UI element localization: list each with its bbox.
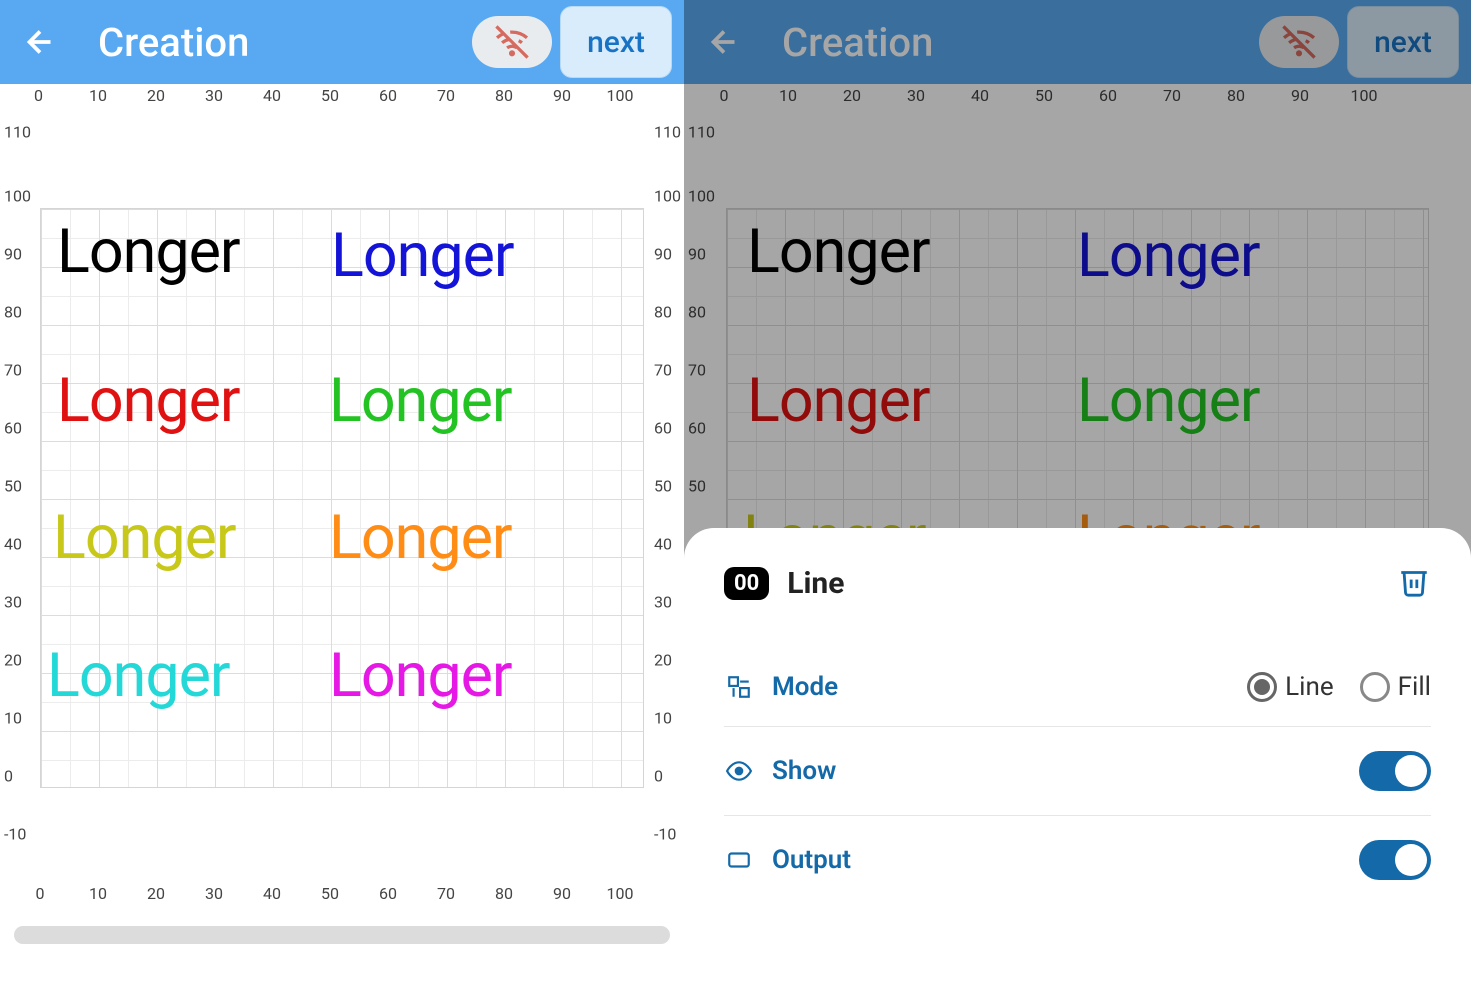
screen-left: Creation next 0 10 20 30 40 50 60 70 80 …: [0, 0, 684, 981]
ruler-tick: 60: [654, 419, 672, 438]
canvas-text-orange[interactable]: Longer: [329, 501, 512, 573]
canvas-text-black[interactable]: Longer: [57, 215, 240, 287]
ruler-tick: 60: [4, 419, 22, 438]
next-button-label: next: [587, 25, 645, 60]
mode-radio-fill[interactable]: Fill: [1360, 672, 1431, 702]
output-label: Output: [772, 845, 1359, 875]
work-area: 110 100 90 80 70 60 50 40 30 20 10 0 -10…: [0, 112, 684, 882]
mode-row: Mode Line Fill: [724, 648, 1431, 727]
ruler-bottom: 0 10 20 30 40 50 60 70 80 90 100: [0, 882, 684, 910]
ruler-tick: 30: [205, 884, 223, 903]
ruler-tick: 110: [654, 123, 681, 142]
ruler-tick: 10: [4, 709, 22, 728]
ruler-tick: 20: [654, 651, 672, 670]
wifi-off-icon: [495, 25, 529, 59]
ruler-tick: 30: [4, 593, 22, 612]
ruler-tick: 70: [437, 884, 455, 903]
ruler-tick: 0: [34, 86, 43, 105]
ruler-left: 110 100 90 80 70 60 50 40 30 20 10 0 -10: [0, 112, 36, 882]
ruler-tick: 40: [654, 535, 672, 554]
output-icon: [724, 845, 754, 875]
ruler-tick: 20: [4, 651, 22, 670]
ruler-tick: 10: [89, 884, 107, 903]
canvas-text-yellow[interactable]: Longer: [53, 501, 236, 573]
mode-option-label: Fill: [1398, 672, 1431, 702]
output-toggle[interactable]: [1359, 840, 1431, 880]
show-toggle[interactable]: [1359, 751, 1431, 791]
ruler-tick: 30: [654, 593, 672, 612]
canvas-text-cyan[interactable]: Longer: [47, 639, 230, 711]
ruler-tick: 20: [147, 86, 165, 105]
canvas-text-red[interactable]: Longer: [57, 364, 240, 436]
canvas-text-blue[interactable]: Longer: [331, 219, 514, 291]
shapes-icon: [726, 674, 752, 700]
ruler-tick: 90: [553, 86, 571, 105]
mode-option-label: Line: [1285, 672, 1333, 702]
ruler-tick: 80: [495, 884, 513, 903]
ruler-tick: 80: [495, 86, 513, 105]
arrow-left-icon: [22, 24, 58, 60]
zoom-slider[interactable]: [14, 926, 670, 944]
screen-right: Creation next 0 10 20 30 40 50 60 70 80 …: [684, 0, 1471, 981]
show-row: Show: [724, 727, 1431, 816]
layer-index-badge: 00: [724, 567, 769, 600]
ruler-tick: 10: [89, 86, 107, 105]
show-icon: [724, 756, 754, 786]
ruler-tick: 100: [607, 86, 634, 105]
ruler-tick: 50: [321, 884, 339, 903]
ruler-tick: 70: [654, 361, 672, 380]
ruler-tick: 110: [4, 123, 31, 142]
eye-icon: [726, 758, 752, 784]
page-title: Creation: [98, 19, 472, 66]
ruler-tick: 60: [379, 86, 397, 105]
canvas-text-magenta[interactable]: Longer: [329, 639, 512, 711]
trash-icon: [1397, 564, 1431, 598]
mode-icon: [724, 672, 754, 702]
ruler-tick: 80: [4, 303, 22, 322]
canvas-text-green[interactable]: Longer: [329, 364, 512, 436]
ruler-tick: 40: [263, 86, 281, 105]
ruler-tick: -10: [4, 825, 26, 844]
ruler-tick: 40: [263, 884, 281, 903]
ruler-tick: 20: [147, 884, 165, 903]
sheet-header: 00 Line: [724, 564, 1431, 602]
next-button[interactable]: next: [560, 6, 672, 78]
ruler-tick: 10: [654, 709, 672, 728]
show-label: Show: [772, 756, 1359, 786]
wifi-off-button[interactable]: [472, 16, 552, 68]
ruler-tick: 60: [379, 884, 397, 903]
ruler-top: 0 10 20 30 40 50 60 70 80 90 100: [0, 84, 684, 112]
ruler-tick: 70: [437, 86, 455, 105]
ruler-tick: 100: [4, 187, 31, 206]
app-header: Creation next: [0, 0, 684, 84]
ruler-tick: 30: [205, 86, 223, 105]
ruler-right: 110 100 90 80 70 60 50 40 30 20 10 0 -10: [648, 112, 684, 882]
ruler-tick: 0: [654, 767, 663, 786]
ruler-tick: 70: [4, 361, 22, 380]
ruler-tick: 40: [4, 535, 22, 554]
properties-sheet: 00 Line Mode Line F: [684, 528, 1471, 981]
ruler-tick: 0: [36, 884, 45, 903]
ruler-tick: -10: [654, 825, 676, 844]
ruler-tick: 100: [607, 884, 634, 903]
ruler-tick: 80: [654, 303, 672, 322]
ruler-tick: 90: [4, 245, 22, 264]
back-button[interactable]: [10, 12, 70, 72]
ruler-tick: 50: [654, 477, 672, 496]
ruler-tick: 0: [4, 767, 13, 786]
ruler-tick: 100: [654, 187, 681, 206]
mode-radio-line[interactable]: Line: [1247, 672, 1333, 702]
mode-label: Mode: [772, 672, 1247, 702]
ruler-tick: 50: [321, 86, 339, 105]
ruler-tick: 90: [553, 884, 571, 903]
output-icon: [726, 847, 752, 873]
ruler-tick: 90: [654, 245, 672, 264]
sheet-title: Line: [787, 566, 1379, 601]
ruler-tick: 50: [4, 477, 22, 496]
design-canvas[interactable]: Longer Longer Longer Longer Longer Longe…: [40, 208, 644, 788]
output-row: Output: [724, 816, 1431, 904]
mode-options: Line Fill: [1247, 672, 1431, 702]
delete-button[interactable]: [1397, 564, 1431, 602]
